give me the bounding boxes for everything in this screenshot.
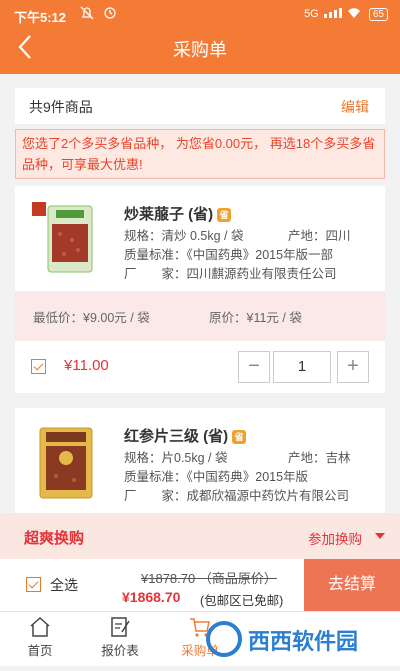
swap-title: 超爽换购	[24, 530, 85, 547]
product-name[interactable]: 红参片三级 (省) 省	[124, 425, 247, 446]
product-name[interactable]: 炒莱菔子 (省) 省	[124, 203, 232, 224]
checkout-button[interactable]: 去结算	[304, 559, 400, 611]
product-standard: 质量标准：《中国药典》2015年版	[124, 470, 309, 484]
item-checkbox[interactable]	[31, 359, 46, 374]
select-all-checkbox[interactable]	[26, 577, 41, 592]
maker-label: 厂 家：	[124, 489, 187, 503]
svg-text:西西软件园: 西西软件园	[248, 629, 358, 654]
product-spec: 规格：片0.5kg / 袋	[124, 451, 228, 465]
top-app-bar: 下午5:12 5G 65 采购单	[0, 0, 400, 74]
item-count: 共9件商品	[29, 99, 93, 115]
product-standard: 质量标准：《中国药典》2015年版一部	[124, 248, 334, 262]
battery-icon: 65	[368, 8, 388, 21]
product-maker: 厂 家：成都欣福源中药饮片有限公司	[124, 485, 349, 504]
tab-quote[interactable]: 报价表	[85, 616, 155, 659]
signal-icon	[323, 8, 360, 18]
product-spec: 规格：清炒 0.5kg / 袋	[124, 229, 244, 243]
price-info-bar: 最低价：¥9.00元 / 袋 原价：¥11元 / 袋	[15, 291, 385, 341]
status-bar: 下午5:12 5G 65	[0, 0, 400, 30]
notification-icons	[80, 6, 132, 23]
tab-home-label: 首页	[27, 644, 53, 658]
product-name-text: 炒莱菔子 (省)	[124, 206, 214, 223]
status-time: 下午5:12	[14, 10, 67, 25]
promo-banner: 您选了2个多买多省品种， 为您省0.00元， 再选18个多买多省品种，可享最大优…	[15, 129, 385, 179]
quote-icon	[111, 617, 130, 637]
original-total: ¥1878.70 （商品原价）	[141, 571, 277, 586]
swap-purchase-bar: 超爽换购 参加换购	[0, 513, 400, 559]
tab-quote-label: 报价表	[101, 644, 139, 658]
product-name-text: 红参片三级 (省)	[124, 428, 229, 445]
mute-alarm-icon	[80, 6, 116, 20]
maker-value: 成都欣福源中药饮片有限公司	[186, 489, 350, 503]
product-maker: 厂 家：四川麒源药业有限责任公司	[124, 263, 337, 282]
product-image	[30, 424, 100, 500]
maker-label: 厂 家：	[124, 267, 187, 281]
cart-summary-bar: 共9件商品 编辑	[15, 88, 385, 124]
min-price: 最低价：¥9.00元 / 袋	[33, 311, 150, 325]
total-price: ¥1868.70	[122, 589, 181, 605]
shipping-note: (包邮区已免邮)	[200, 594, 284, 608]
chevron-down-icon	[375, 533, 385, 539]
increase-button[interactable]: +	[337, 351, 369, 383]
product-origin: 产地：吉林	[288, 451, 351, 465]
home-icon	[30, 616, 50, 637]
product-origin: 产地：四川	[288, 229, 351, 243]
maker-value: 四川麒源药业有限责任公司	[186, 267, 337, 281]
save-badge-icon: 省	[232, 430, 247, 444]
page-title: 采购单	[173, 40, 227, 60]
tab-home[interactable]: 首页	[5, 616, 75, 659]
select-all-label[interactable]: 全选	[50, 575, 78, 595]
status-right: 5G 65	[304, 7, 388, 21]
product-image	[30, 200, 100, 276]
join-swap-link[interactable]: 参加换购	[308, 528, 362, 548]
item-price: ¥11.00	[64, 357, 109, 374]
network-type: 5G	[304, 8, 319, 20]
watermark-logo: 西西软件园	[200, 612, 400, 666]
decrease-button[interactable]: −	[238, 351, 270, 383]
quantity-input[interactable]: 1	[273, 351, 331, 383]
original-price: 原价：¥11元 / 袋	[209, 311, 302, 325]
save-badge-icon: 省	[217, 208, 232, 222]
edit-button[interactable]: 编辑	[341, 97, 369, 117]
